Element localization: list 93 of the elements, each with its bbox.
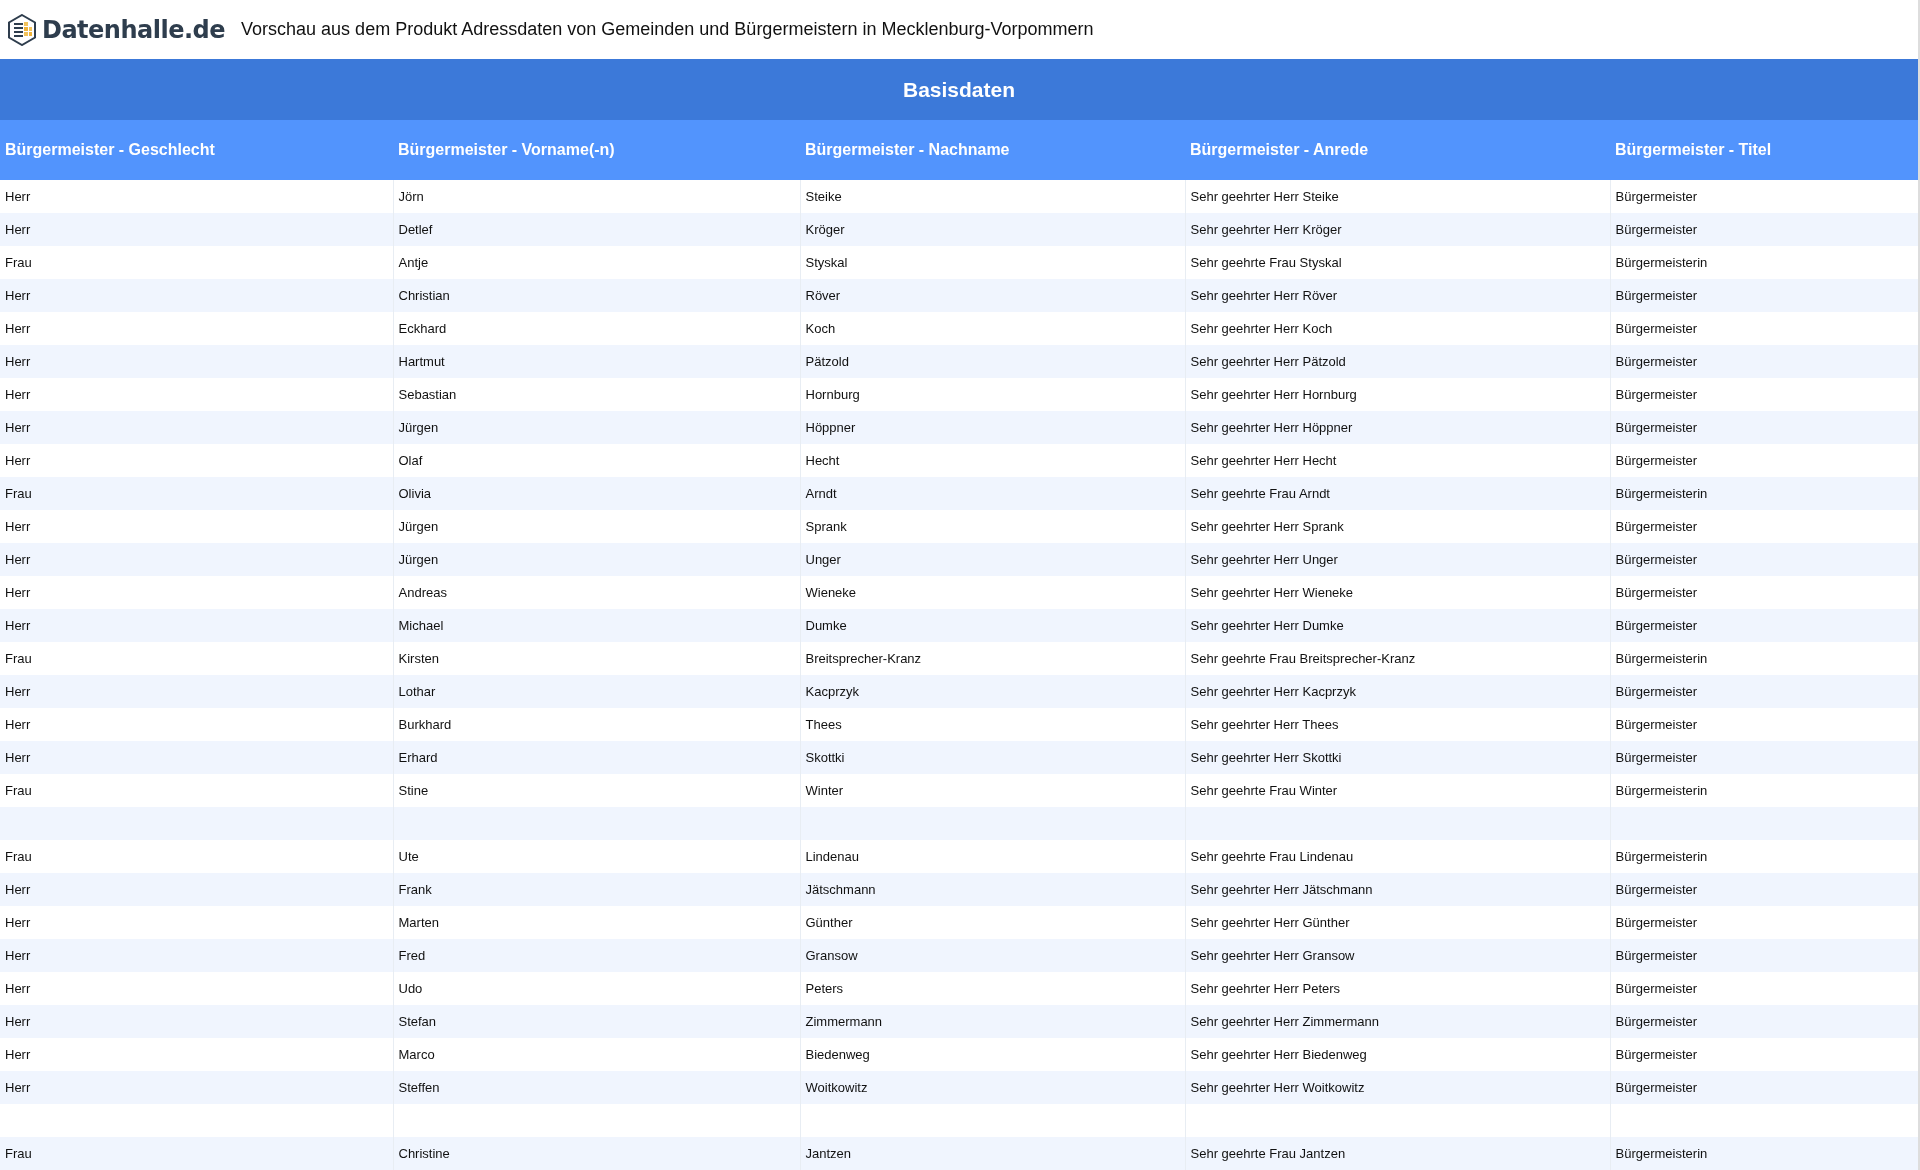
table-cell: Sehr geehrter Herr Woitkowitz	[1185, 1071, 1610, 1104]
table-cell: Gransow	[800, 939, 1185, 972]
group-header: Basisdaten	[0, 59, 1918, 120]
logo-text[interactable]: Datenhalle.de	[42, 15, 226, 44]
table-cell: Bürgermeister	[1610, 1071, 1918, 1104]
table-cell: Frau	[0, 774, 393, 807]
table-cell: Christian	[393, 279, 800, 312]
table-cell: Bürgermeisterin	[1610, 1137, 1918, 1170]
table-cell: Jürgen	[393, 411, 800, 444]
table-cell: Jätschmann	[800, 873, 1185, 906]
table-cell: Sehr geehrter Herr Höppner	[1185, 411, 1610, 444]
table-cell: Sehr geehrter Herr Kröger	[1185, 213, 1610, 246]
table-cell: Bürgermeister	[1610, 873, 1918, 906]
table-cell: Kacprzyk	[800, 675, 1185, 708]
table-cell: Herr	[0, 411, 393, 444]
table-cell: Herr	[0, 279, 393, 312]
table-cell: Herr	[0, 675, 393, 708]
logo-icon	[6, 13, 38, 46]
page-title: Vorschau aus dem Produkt Adressdaten von Gemeinden und Bürgermeistern in Mecklenburg-Vorpommern	[241, 19, 1094, 40]
table-cell: Steffen	[393, 1071, 800, 1104]
table-cell: Bürgermeister	[1610, 213, 1918, 246]
table-cell: Dumke	[800, 609, 1185, 642]
table-cell: Sehr geehrter Herr Kacprzyk	[1185, 675, 1610, 708]
table-cell: Herr	[0, 939, 393, 972]
table-cell: Woitkowitz	[800, 1071, 1185, 1104]
table-cell: Frau	[0, 840, 393, 873]
table-cell: Herr	[0, 543, 393, 576]
table-cell: Bürgermeister	[1610, 939, 1918, 972]
column-header: Bürgermeister - Anrede	[1185, 120, 1610, 180]
table-cell: Jantzen	[800, 1137, 1185, 1170]
table-cell: Sehr geehrte Frau Arndt	[1185, 477, 1610, 510]
table-cell: Herr	[0, 180, 393, 213]
table-cell: Herr	[0, 972, 393, 1005]
table-cell: Sehr geehrter Herr Skottki	[1185, 741, 1610, 774]
table-cell: Bürgermeisterin	[1610, 477, 1918, 510]
table-cell: Bürgermeister	[1610, 1005, 1918, 1038]
table-cell: Stefan	[393, 1005, 800, 1038]
table-cell: Herr	[0, 576, 393, 609]
table-cell: Fred	[393, 939, 800, 972]
table-cell: Frau	[0, 642, 393, 675]
table-cell: Herr	[0, 906, 393, 939]
table-cell: Herr	[0, 312, 393, 345]
table-cell: Frau	[0, 1137, 393, 1170]
table-cell: Michael	[393, 609, 800, 642]
table-cell: Christine	[393, 1137, 800, 1170]
table-cell: Sehr geehrter Herr Röver	[1185, 279, 1610, 312]
table-cell: Kröger	[800, 213, 1185, 246]
table-cell: Sehr geehrte Frau Jantzen	[1185, 1137, 1610, 1170]
table-cell: Sehr geehrter Herr Pätzold	[1185, 345, 1610, 378]
table-cell: Zimmermann	[800, 1005, 1185, 1038]
column-header: Bürgermeister - Titel	[1610, 120, 1918, 180]
table-cell: Bürgermeister	[1610, 741, 1918, 774]
table-cell: Herr	[0, 510, 393, 543]
table-cell: Frank	[393, 873, 800, 906]
table-cell: Erhard	[393, 741, 800, 774]
table-cell: Arndt	[800, 477, 1185, 510]
table-cell: Höppner	[800, 411, 1185, 444]
table-cell: Unger	[800, 543, 1185, 576]
table-cell: Herr	[0, 873, 393, 906]
table-cell: Röver	[800, 279, 1185, 312]
table-cell: Sehr geehrter Herr Gransow	[1185, 939, 1610, 972]
table-cell: Olivia	[393, 477, 800, 510]
table-cell: Bürgermeister	[1610, 345, 1918, 378]
table-cell: Jürgen	[393, 543, 800, 576]
table-cell: Lothar	[393, 675, 800, 708]
table-cell: Herr	[0, 444, 393, 477]
table-cell: Herr	[0, 1038, 393, 1071]
table-cell: Herr	[0, 345, 393, 378]
table-cell: Bürgermeister	[1610, 279, 1918, 312]
table-cell: Skottki	[800, 741, 1185, 774]
table-cell: Bürgermeister	[1610, 543, 1918, 576]
table-cell: Pätzold	[800, 345, 1185, 378]
table-cell: Herr	[0, 708, 393, 741]
table-cell: Sehr geehrter Herr Unger	[1185, 543, 1610, 576]
table-cell: Frau	[0, 246, 393, 279]
table-cell: Detlef	[393, 213, 800, 246]
column-header: Bürgermeister - Vorname(-n)	[393, 120, 800, 180]
table-cell: Herr	[0, 378, 393, 411]
table-cell: Herr	[0, 1071, 393, 1104]
table-cell: Herr	[0, 609, 393, 642]
column-header: Bürgermeister - Nachname	[800, 120, 1185, 180]
table-cell: Herr	[0, 741, 393, 774]
table-cell: Sehr geehrter Herr Jätschmann	[1185, 873, 1610, 906]
table-cell: Frau	[0, 477, 393, 510]
table-cell: Bürgermeister	[1610, 411, 1918, 444]
table-cell: Sehr geehrter Herr Zimmermann	[1185, 1005, 1610, 1038]
table-cell: Herr	[0, 1005, 393, 1038]
table-cell: Bürgermeister	[1610, 609, 1918, 642]
table-cell: Bürgermeister	[1610, 675, 1918, 708]
table-cell: Sehr geehrter Herr Dumke	[1185, 609, 1610, 642]
table-cell: Herr	[0, 213, 393, 246]
table-cell: Hartmut	[393, 345, 800, 378]
column-header: Bürgermeister - Geschlecht	[0, 120, 393, 180]
